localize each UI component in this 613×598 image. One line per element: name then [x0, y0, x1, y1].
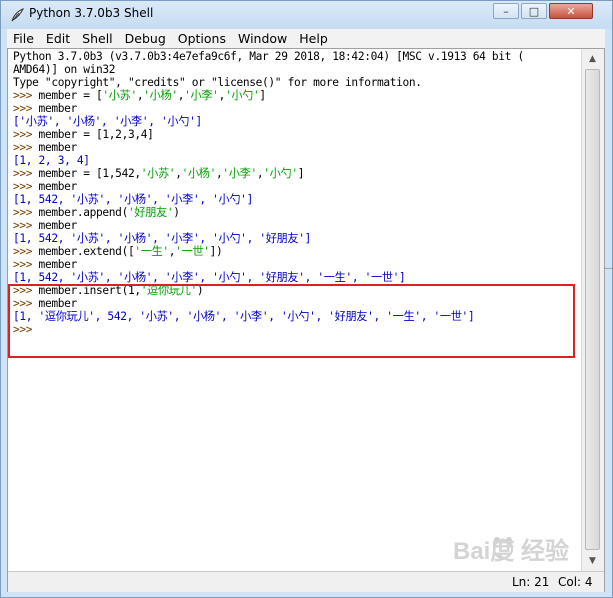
watermark-text: Bai度 经验	[453, 537, 569, 565]
menu-shell[interactable]: Shell	[76, 31, 119, 46]
shell-line: >>> member = ['小苏','小杨','小李','小勺']	[13, 89, 266, 102]
shell-line: >>> member	[13, 219, 77, 232]
shell-line: >>> member.append('好朋友')	[13, 206, 180, 219]
status-line: Ln: 21	[512, 575, 550, 589]
close-icon: ✕	[566, 4, 576, 18]
menu-bar: File Edit Shell Debug Options Window Hel…	[7, 29, 605, 48]
baidu-watermark: Bai度 经验	[453, 537, 569, 565]
window-title: Python 3.7.0b3 Shell	[29, 6, 154, 20]
title-bar[interactable]: Python 3.7.0b3 Shell – □ ✕	[1, 1, 612, 29]
shell-line: >>> member = [1,542,'小苏','小杨','小李','小勺']	[13, 167, 305, 180]
menu-debug[interactable]: Debug	[119, 31, 172, 46]
close-button[interactable]: ✕	[549, 3, 593, 19]
shell-line: [1, 542, '小苏', '小杨', '小李', '小勺']	[13, 193, 253, 206]
menu-file[interactable]: File	[7, 31, 40, 46]
scroll-up-icon[interactable]: ▲	[584, 50, 601, 67]
shell-line: >>> member	[13, 258, 77, 271]
idle-shell-window: Python 3.7.0b3 Shell – □ ✕ File Edit She…	[0, 0, 613, 598]
edge-dash-icon: —	[604, 263, 613, 274]
shell-line: [1, 542, '小苏', '小杨', '小李', '小勺', '好朋友', …	[13, 271, 406, 284]
menu-options[interactable]: Options	[172, 31, 232, 46]
shell-line: >>> member = [1,2,3,4]	[13, 128, 154, 141]
shell-line: [1, 542, '小苏', '小杨', '小李', '小勺', '好朋友']	[13, 232, 312, 245]
menu-help[interactable]: Help	[293, 31, 334, 46]
shell-line: Type "copyright", "credits" or "license(…	[13, 76, 422, 89]
status-col: Col: 4	[558, 575, 593, 589]
shell-line: [1, 2, 3, 4]	[13, 154, 90, 167]
shell-line: AMD64)] on win32	[13, 63, 116, 76]
vertical-scrollbar[interactable]: ▲ ▼	[581, 49, 604, 571]
menu-window[interactable]: Window	[232, 31, 293, 46]
minimize-icon: –	[503, 4, 509, 18]
shell-line: >>> member	[13, 102, 77, 115]
shell-line: >>> member	[13, 180, 77, 193]
shell-line: ['小苏', '小杨', '小李', '小勺']	[13, 115, 202, 128]
shell-line: >>> member.extend(['一生','一世'])	[13, 245, 223, 258]
minimize-button[interactable]: –	[493, 3, 519, 19]
scrollbar-thumb[interactable]	[585, 69, 600, 550]
highlight-annotation-box	[8, 284, 575, 358]
shell-line: >>> member	[13, 141, 77, 154]
shell-line: Python 3.7.0b3 (v3.7.0b3:4e7efa9c6f, Mar…	[13, 50, 524, 63]
python-feather-icon	[11, 8, 25, 22]
menu-edit[interactable]: Edit	[40, 31, 76, 46]
maximize-button[interactable]: □	[521, 3, 547, 19]
maximize-icon: □	[528, 4, 540, 18]
